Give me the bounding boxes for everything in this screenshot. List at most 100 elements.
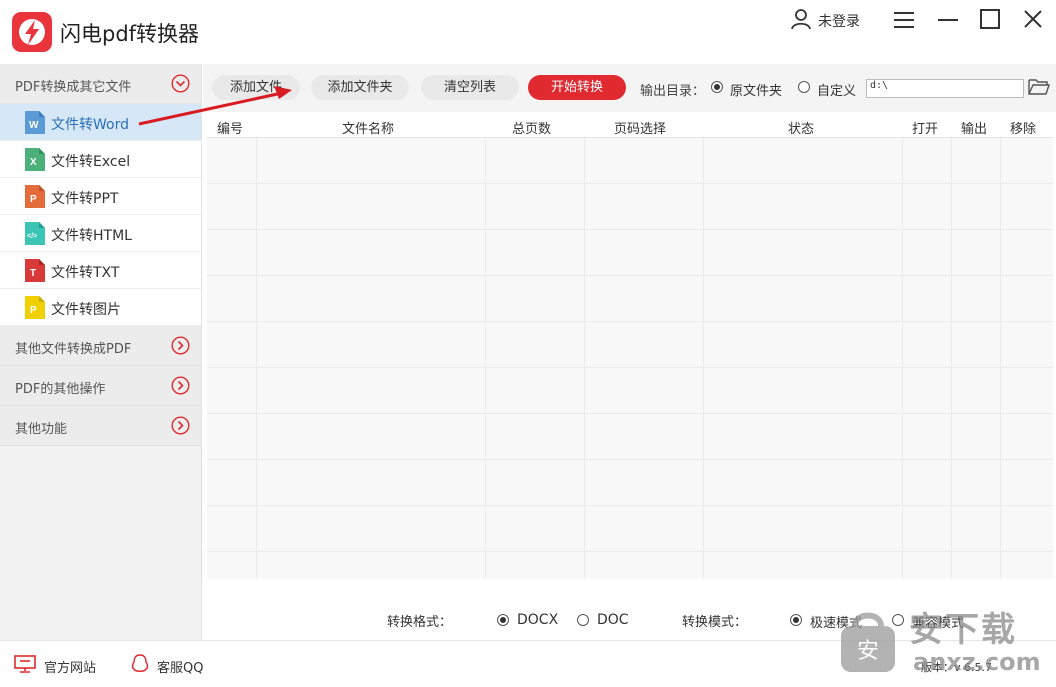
col-page-select: 页码选择 xyxy=(614,122,667,137)
col-filename: 文件名称 xyxy=(342,122,395,137)
watermark-cn: 安下载 xyxy=(909,610,1017,650)
monitor-icon xyxy=(14,655,36,677)
group-label: PDF的其他操作 xyxy=(15,382,106,397)
table-header: 编号 文件名称 总页数 页码选择 状态 打开 输出 移除 xyxy=(207,114,1053,138)
folder-open-icon[interactable] xyxy=(1028,77,1050,97)
excel-file-icon: X xyxy=(25,148,45,171)
maximize-icon[interactable] xyxy=(975,6,1005,34)
app-title: 闪电pdf转换器 xyxy=(60,22,200,46)
sidebar-item-label: 文件转Word xyxy=(51,117,129,133)
table-row xyxy=(207,368,1053,414)
mode-fast-radio[interactable] xyxy=(790,614,802,626)
table-body xyxy=(207,138,1053,579)
file-table: 编号 文件名称 总页数 页码选择 状态 打开 输出 移除 xyxy=(207,114,1053,579)
group-label: PDF转换成其它文件 xyxy=(15,80,132,95)
output-custom-label: 自定义 xyxy=(817,84,857,99)
table-row xyxy=(207,230,1053,276)
official-website-label: 官方网站 xyxy=(44,660,97,676)
column-divider xyxy=(902,138,903,579)
sidebar-item-to-excel[interactable]: X 文件转Excel xyxy=(0,141,201,178)
group-label: 其他功能 xyxy=(15,422,68,437)
title-bar: 闪电pdf转换器 未登录 xyxy=(0,0,1056,64)
word-file-icon: W xyxy=(25,111,45,134)
svg-text:</>: </> xyxy=(27,233,37,240)
sidebar-empty-area xyxy=(0,446,201,644)
lightning-logo xyxy=(12,12,52,52)
output-custom-radio[interactable] xyxy=(798,81,810,93)
sidebar-group-pdf-to-other[interactable]: PDF转换成其它文件 xyxy=(0,64,201,104)
table-row xyxy=(207,276,1053,322)
col-open: 打开 xyxy=(912,122,939,137)
col-pages: 总页数 xyxy=(512,122,552,137)
add-file-button[interactable]: 添加文件 xyxy=(212,75,300,100)
sidebar-sub-list: W 文件转Word X 文件转Excel P 文件转PPT </> 文件转HTM… xyxy=(0,104,201,326)
chevron-right-icon[interactable] xyxy=(171,376,190,395)
close-icon[interactable] xyxy=(1018,6,1048,34)
column-divider xyxy=(1000,138,1001,579)
login-status: 未登录 xyxy=(818,14,860,30)
column-divider xyxy=(703,138,704,579)
column-divider xyxy=(951,138,952,579)
login-button[interactable]: 未登录 xyxy=(790,9,860,33)
minimize-icon[interactable] xyxy=(933,6,963,34)
watermark: 安 安下载 anxz.com xyxy=(835,598,1053,684)
qq-penguin-icon xyxy=(131,654,149,678)
output-original-radio[interactable] xyxy=(711,81,723,93)
sidebar-group-other[interactable]: 其他功能 xyxy=(0,406,201,446)
table-row xyxy=(207,506,1053,552)
table-row xyxy=(207,322,1053,368)
sidebar-item-to-txt[interactable]: T 文件转TXT xyxy=(0,252,201,289)
html-file-icon: </> xyxy=(25,222,45,245)
svg-text:安: 安 xyxy=(857,639,879,664)
add-folder-button[interactable]: 添加文件夹 xyxy=(311,75,409,100)
table-row xyxy=(207,138,1053,184)
svg-text:P: P xyxy=(30,305,37,316)
official-website-link[interactable]: 官方网站 xyxy=(14,655,97,677)
format-doc-label: DOC xyxy=(597,612,629,628)
app-window: 闪电pdf转换器 未登录 PDF转换成其它文件 W 文件转Word X 文件转E… xyxy=(0,0,1056,687)
sidebar-group-other-to-pdf[interactable]: 其他文件转换成PDF xyxy=(0,326,201,366)
user-icon xyxy=(790,8,812,34)
table-row xyxy=(207,460,1053,506)
format-label: 转换格式： xyxy=(387,615,453,630)
sidebar-item-to-ppt[interactable]: P 文件转PPT xyxy=(0,178,201,215)
start-convert-button[interactable]: 开始转换 xyxy=(528,75,626,100)
col-output: 输出 xyxy=(961,122,988,137)
chevron-right-icon[interactable] xyxy=(171,416,190,435)
table-row xyxy=(207,414,1053,460)
chevron-down-icon[interactable] xyxy=(171,74,190,93)
clear-list-button[interactable]: 清空列表 xyxy=(421,75,519,100)
format-docx-radio[interactable] xyxy=(497,614,509,626)
column-divider xyxy=(584,138,585,579)
column-divider xyxy=(485,138,486,579)
svg-text:W: W xyxy=(29,120,39,131)
sidebar-item-to-image[interactable]: P 文件转图片 xyxy=(0,289,201,326)
format-docx-label: DOCX xyxy=(517,612,559,628)
image-file-icon: P xyxy=(25,296,45,319)
support-qq-link[interactable]: 客服QQ xyxy=(131,654,204,678)
sidebar-group-pdf-ops[interactable]: PDF的其他操作 xyxy=(0,366,201,406)
menu-icon[interactable] xyxy=(889,6,919,34)
ppt-file-icon: P xyxy=(25,185,45,208)
format-doc-radio[interactable] xyxy=(577,614,589,626)
col-remove: 移除 xyxy=(1010,122,1037,137)
output-original-label: 原文件夹 xyxy=(730,84,783,99)
col-status: 状态 xyxy=(788,122,815,137)
sidebar-item-label: 文件转Excel xyxy=(51,154,131,170)
txt-file-icon: T xyxy=(25,259,45,282)
sidebar-item-to-word[interactable]: W 文件转Word xyxy=(0,104,201,141)
column-divider xyxy=(256,138,257,579)
sidebar-item-label: 文件转TXT xyxy=(51,265,120,281)
svg-text:T: T xyxy=(30,268,36,279)
support-qq-label: 客服QQ xyxy=(157,660,204,676)
mode-label: 转换模式： xyxy=(682,615,748,630)
svg-text:X: X xyxy=(30,157,37,168)
sidebar-item-label: 文件转图片 xyxy=(51,302,121,318)
output-dir-label: 输出目录： xyxy=(640,84,706,99)
sidebar-item-label: 文件转HTML xyxy=(51,228,132,244)
chevron-right-icon[interactable] xyxy=(171,336,190,355)
sidebar-item-to-html[interactable]: </> 文件转HTML xyxy=(0,215,201,252)
output-path-input[interactable]: d:\ xyxy=(866,79,1024,98)
sidebar: PDF转换成其它文件 W 文件转Word X 文件转Excel P 文件转PPT… xyxy=(0,64,202,644)
toolbar: 添加文件 添加文件夹 清空列表 开始转换 输出目录： 原文件夹 自定义 d:\ xyxy=(203,64,1056,112)
